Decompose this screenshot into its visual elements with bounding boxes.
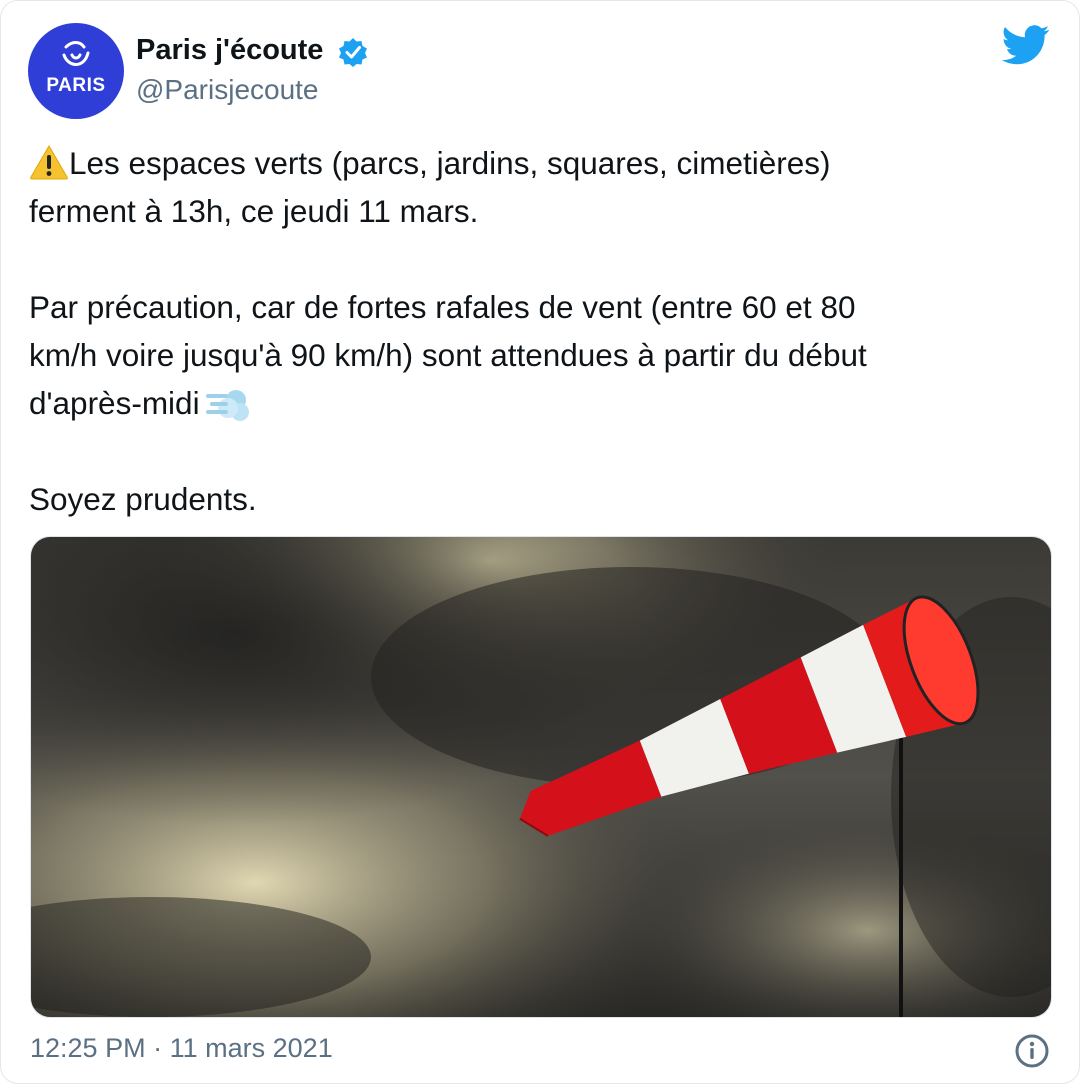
- author-handle[interactable]: @Parisjecoute: [136, 74, 319, 106]
- text-line: Par précaution, car de fortes rafales de…: [29, 289, 856, 325]
- dashing-away-icon: [205, 390, 249, 421]
- paragraph-1: Les espaces verts (parcs, jardins, squar…: [29, 139, 1059, 235]
- text-line: d'après-midi: [29, 385, 200, 421]
- tweet-photo[interactable]: [30, 536, 1052, 1018]
- tweet-timestamp[interactable]: 12:25 PM · 11 mars 2021: [30, 1033, 333, 1064]
- paragraph-3: Soyez prudents.: [29, 481, 257, 517]
- tweet-time: 12:25 PM: [30, 1033, 146, 1063]
- avatar[interactable]: PARIS: [28, 23, 124, 119]
- twitter-bird-icon[interactable]: [1002, 25, 1050, 65]
- verified-badge-icon: [339, 38, 367, 67]
- tweet-date: 11 mars 2021: [169, 1033, 333, 1063]
- warning-icon: [30, 145, 68, 180]
- paris-logo-icon: [62, 41, 90, 66]
- text-line: Les espaces verts (parcs, jardins, squar…: [69, 145, 831, 181]
- tweet-text: Les espaces verts (parcs, jardins, squar…: [29, 139, 1059, 523]
- author-name[interactable]: Paris j'écoute: [136, 34, 323, 67]
- text-line: ferment à 13h, ce jeudi 11 mars.: [29, 193, 479, 229]
- tweet-card: PARIS Paris j'écoute @Parisjecoute Les e…: [0, 0, 1080, 1084]
- text-line: km/h voire jusqu'à 90 km/h) sont attendu…: [29, 337, 867, 373]
- windsock-photo: [31, 537, 1051, 1017]
- separator: ·: [153, 1033, 163, 1063]
- avatar-label: PARIS: [46, 75, 106, 96]
- paragraph-2: Par précaution, car de fortes rafales de…: [29, 283, 1059, 427]
- info-icon[interactable]: [1014, 1033, 1050, 1069]
